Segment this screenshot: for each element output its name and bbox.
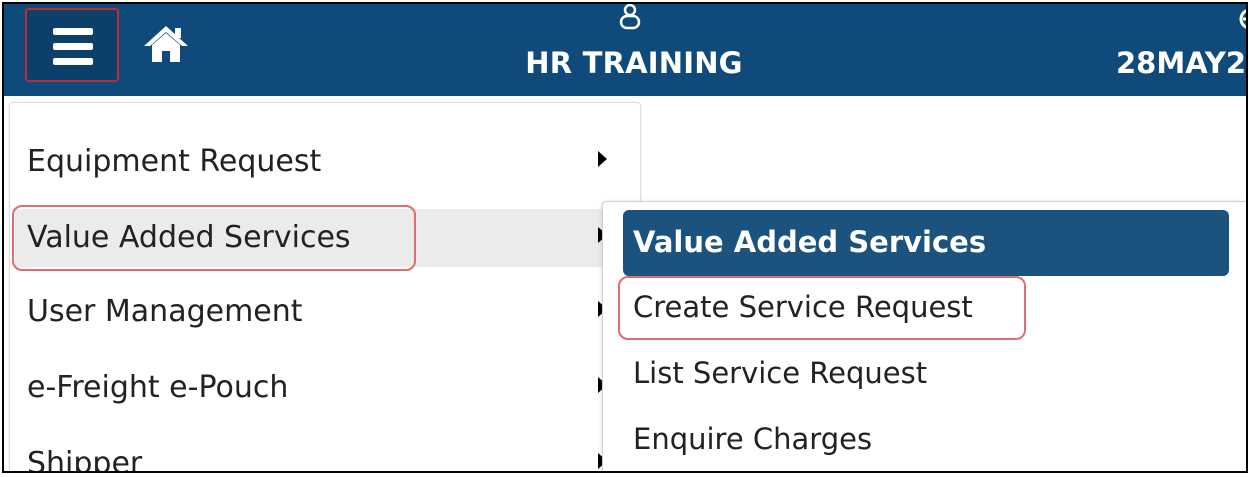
menu-item-shipper[interactable]: Shipper — [15, 435, 635, 473]
menu-item-label: Shipper — [27, 446, 143, 473]
hamburger-bar — [53, 58, 93, 65]
submenu-item-create-service-request[interactable]: Create Service Request — [623, 278, 1223, 338]
menu-item-label: Value Added Services — [27, 220, 351, 255]
menu-item-user-management[interactable]: User Management — [15, 283, 635, 341]
submenu-item-label: List Service Request — [633, 356, 928, 390]
menu-item-label: Equipment Request — [27, 144, 322, 179]
hamburger-menu-button[interactable] — [25, 8, 119, 82]
submenu-item-label: Enquire Charges — [633, 422, 873, 456]
hamburger-bar — [53, 43, 93, 50]
menu-item-label: User Management — [27, 294, 303, 329]
main-menu-panel: Equipment Request Value Added Services U… — [9, 102, 641, 473]
submenu-item-enquire-charges[interactable]: Enquire Charges — [623, 410, 1223, 470]
submenu-item-list-service-request[interactable]: List Service Request — [623, 344, 1223, 404]
menu-item-label: e-Freight e-Pouch — [27, 370, 289, 405]
user-icon — [619, 4, 641, 30]
submenu-header-label: Value Added Services — [633, 225, 987, 259]
submenu-value-added-services: Value Added Services Create Service Requ… — [602, 201, 1246, 471]
menu-item-e-freight-e-pouch[interactable]: e-Freight e-Pouch — [15, 359, 635, 417]
caret-right-icon — [598, 151, 607, 167]
home-icon[interactable] — [142, 24, 190, 64]
submenu-header[interactable]: Value Added Services — [623, 210, 1229, 276]
menu-item-equipment-request[interactable]: Equipment Request — [15, 133, 635, 191]
page-title: HR TRAINING — [525, 46, 743, 80]
app-window: HR TRAINING 28MAY20 Equipment Request Va… — [2, 2, 1248, 473]
menu-item-value-added-services[interactable]: Value Added Services — [15, 209, 635, 267]
top-navigation-bar: HR TRAINING 28MAY20 — [4, 4, 1246, 96]
submenu-item-label: Create Service Request — [633, 290, 973, 324]
hamburger-bar — [53, 28, 93, 35]
date-label: 28MAY20 — [1116, 46, 1247, 80]
clock-icon — [1239, 9, 1246, 29]
